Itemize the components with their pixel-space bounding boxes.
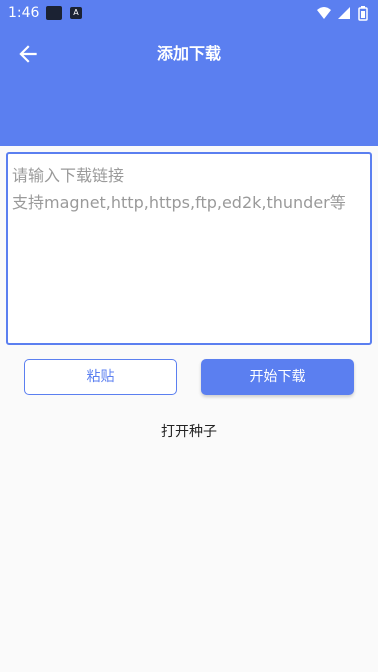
battery-icon	[358, 6, 368, 21]
notification-square-icon	[46, 6, 62, 20]
paste-button[interactable]: 粘贴	[24, 359, 177, 395]
signal-icon	[338, 7, 350, 19]
app-bar: 添加下载	[0, 26, 378, 82]
status-right-icons	[316, 5, 372, 21]
page-title: 添加下载	[156, 44, 221, 63]
notification-a-icon: A	[70, 7, 82, 19]
open-torrent-link[interactable]: 打开种子	[0, 420, 378, 444]
wifi-icon	[317, 7, 331, 19]
download-link-input[interactable]	[6, 152, 372, 345]
status-time: 1:46	[8, 5, 40, 21]
back-button[interactable]	[10, 36, 46, 72]
arrow-left-icon	[19, 45, 37, 63]
start-download-button[interactable]: 开始下载	[201, 359, 354, 395]
status-bar: 1:46 A	[0, 0, 378, 26]
